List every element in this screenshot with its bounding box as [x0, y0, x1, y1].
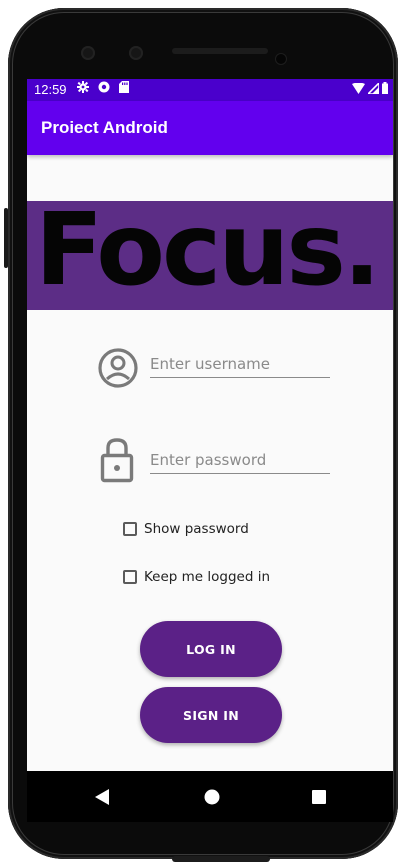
front-sensor-icon [129, 46, 143, 60]
earpiece-speaker [172, 48, 268, 54]
app-title: Proiect Android [41, 118, 168, 137]
signal-icon [368, 82, 379, 94]
battery-icon [382, 82, 388, 94]
banner-logo-text: Focus. [35, 201, 381, 308]
proximity-sensor [276, 54, 286, 64]
show-password-label: Show password [144, 521, 249, 537]
wifi-icon [352, 82, 365, 94]
show-password-checkbox[interactable]: Show password [123, 521, 249, 537]
keep-logged-in-checkbox[interactable]: Keep me logged in [123, 569, 270, 585]
focus-banner: Focus. [27, 201, 393, 310]
navigation-bar [27, 771, 393, 822]
status-system-icons [352, 82, 388, 94]
power-button [4, 208, 8, 268]
app-bar: Proiect Android [27, 101, 393, 155]
username-input[interactable] [150, 351, 330, 377]
back-button[interactable] [90, 785, 114, 809]
home-icon [204, 789, 220, 805]
keep-logged-in-label: Keep me logged in [144, 569, 271, 585]
status-notification-icons [77, 81, 129, 93]
password-field[interactable] [150, 447, 330, 474]
lock-icon [100, 438, 134, 483]
app-screen: 12:59 Proiect Android Focus. Enter usern… [27, 79, 393, 822]
username-field[interactable] [150, 351, 330, 378]
show-password-box[interactable] [123, 522, 137, 536]
home-button[interactable] [200, 785, 224, 809]
front-camera-icon [81, 46, 95, 60]
status-time: 12:59 [34, 82, 67, 97]
back-icon [95, 789, 109, 805]
recents-button[interactable] [307, 785, 331, 809]
recents-icon [312, 790, 326, 804]
keep-logged-in-box[interactable] [123, 570, 137, 584]
password-input[interactable] [150, 447, 330, 473]
login-button[interactable]: LOG IN [140, 621, 282, 677]
status-bar: 12:59 [27, 79, 393, 101]
sd-card-icon [119, 81, 129, 93]
bottom-speaker [172, 856, 270, 862]
gear-icon [77, 81, 89, 93]
data-saver-icon [98, 81, 110, 93]
signin-button[interactable]: SIGN IN [140, 687, 282, 743]
account-circle-icon [98, 348, 138, 388]
